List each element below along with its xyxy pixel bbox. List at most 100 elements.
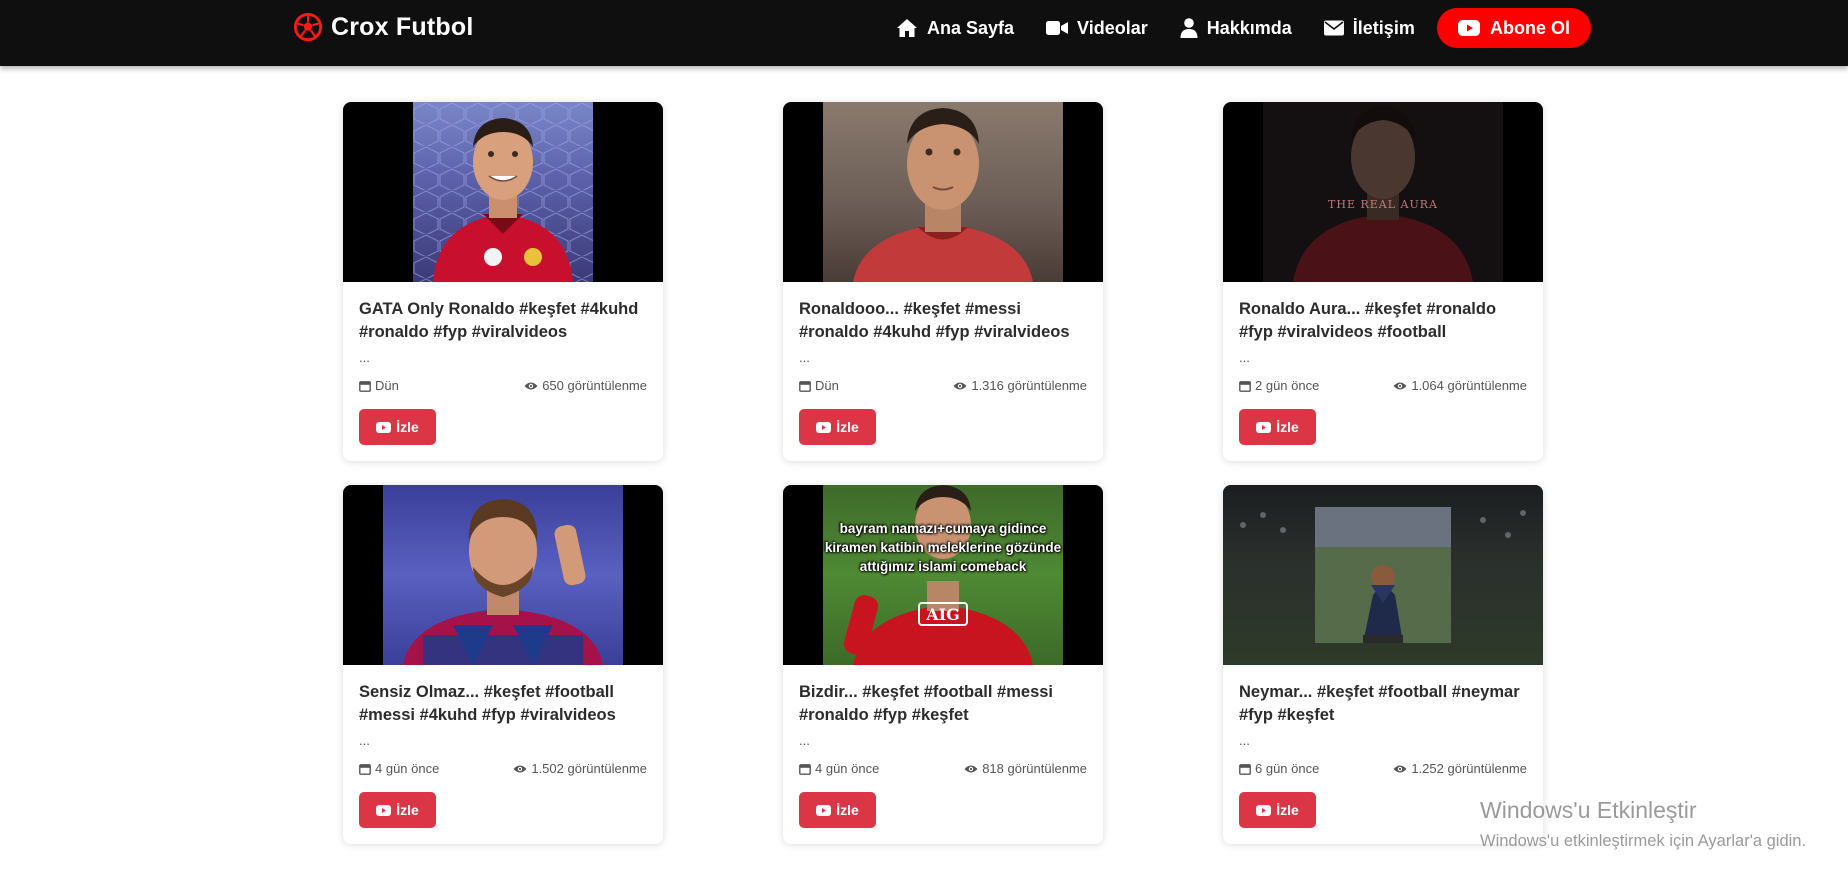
video-description: ... xyxy=(359,350,370,365)
video-camera-icon xyxy=(1046,21,1069,35)
watch-button[interactable]: İzle xyxy=(799,409,876,445)
watch-button[interactable]: İzle xyxy=(799,792,876,828)
watch-button[interactable]: İzle xyxy=(1239,409,1316,445)
brand-logo-link[interactable]: Crox Futbol xyxy=(293,10,473,44)
video-description: ... xyxy=(1239,733,1250,748)
video-views: 1.316 görüntülenme xyxy=(971,378,1087,393)
video-meta: Dün 1.316 görüntülenme xyxy=(799,378,1087,393)
video-date: 4 gün önce xyxy=(375,761,440,776)
views-meta: 1.064 görüntülenme xyxy=(1393,378,1527,393)
date-meta: 2 gün önce xyxy=(1239,378,1319,393)
video-meta: 4 gün önce 818 görüntülenme xyxy=(799,761,1087,776)
youtube-icon xyxy=(376,804,392,816)
soccer-ball-icon xyxy=(293,12,323,42)
nav-item-about[interactable]: Hakkımda xyxy=(1180,18,1292,39)
video-thumbnail[interactable]: THE REAL AURA xyxy=(1223,102,1543,282)
views-meta: 1.252 görüntülenme xyxy=(1393,761,1527,776)
calendar-icon xyxy=(799,763,811,775)
card-body: Neymar... #keşfet #football #neymar #fyp… xyxy=(1223,665,1543,844)
video-views: 1.502 görüntülenme xyxy=(531,761,647,776)
calendar-icon xyxy=(359,380,371,392)
nav-item-contact[interactable]: İletişim xyxy=(1323,17,1415,39)
nav-label-videos: Videolar xyxy=(1077,17,1148,38)
video-meta: 4 gün önce 1.502 görüntülenme xyxy=(359,761,647,776)
video-card[interactable]: Sensiz Olmaz... #keşfet #football #messi… xyxy=(343,485,663,844)
video-card[interactable]: THE REAL AURA Ronaldo Aura... #keşfet #r… xyxy=(1223,102,1543,461)
subscribe-button[interactable]: Abone Ol xyxy=(1437,8,1591,48)
video-title[interactable]: Sensiz Olmaz... #keşfet #football #messi… xyxy=(359,681,647,727)
video-card[interactable]: AIG bayram namazı+cumaya gidince kiramen… xyxy=(783,485,1103,844)
card-body: Bizdir... #keşfet #football #messi #rona… xyxy=(783,665,1103,844)
top-navbar: Crox Futbol Ana Sayfa Videolar Hakkımda xyxy=(0,0,1848,66)
home-icon xyxy=(897,19,917,37)
calendar-icon xyxy=(1239,763,1251,775)
video-title[interactable]: Neymar... #keşfet #football #neymar #fyp… xyxy=(1239,681,1527,727)
date-meta: Dün xyxy=(359,378,399,393)
youtube-icon xyxy=(816,421,832,433)
watch-label: İzle xyxy=(396,419,419,435)
youtube-icon xyxy=(1256,421,1272,433)
eye-icon xyxy=(953,382,967,389)
video-title[interactable]: Bizdir... #keşfet #football #messi #rona… xyxy=(799,681,1087,727)
date-meta: Dün xyxy=(799,378,839,393)
watch-button[interactable]: İzle xyxy=(359,792,436,828)
video-date: 4 gün önce xyxy=(815,761,880,776)
video-description: ... xyxy=(359,733,370,748)
youtube-icon xyxy=(1458,20,1480,36)
video-thumbnail[interactable] xyxy=(1223,485,1543,665)
video-card[interactable]: Ronaldooo... #keşfet #messi #ronaldo #4k… xyxy=(783,102,1103,461)
eye-icon xyxy=(964,765,978,772)
video-card[interactable]: Neymar... #keşfet #football #neymar #fyp… xyxy=(1223,485,1543,844)
watch-label: İzle xyxy=(396,802,419,818)
video-meta: Dün 650 görüntülenme xyxy=(359,378,647,393)
nav-label-about: Hakkımda xyxy=(1206,17,1292,38)
video-title[interactable]: GATA Only Ronaldo #keşfet #4kuhd #ronald… xyxy=(359,298,647,344)
nav-label-contact: İletişim xyxy=(1352,17,1415,38)
video-meta: 6 gün önce 1.252 görüntülenme xyxy=(1239,761,1527,776)
views-meta: 1.316 görüntülenme xyxy=(953,378,1087,393)
eye-icon xyxy=(1393,765,1407,772)
watch-button[interactable]: İzle xyxy=(1239,792,1316,828)
nav-label-home: Ana Sayfa xyxy=(927,17,1015,38)
thumbnail-caption: THE REAL AURA xyxy=(1328,198,1438,211)
video-description: ... xyxy=(799,350,810,365)
video-card[interactable]: GATA Only Ronaldo #keşfet #4kuhd #ronald… xyxy=(343,102,663,461)
nav-item-videos[interactable]: Videolar xyxy=(1046,18,1148,39)
youtube-icon xyxy=(1256,804,1272,816)
date-meta: 6 gün önce xyxy=(1239,761,1319,776)
youtube-icon xyxy=(376,421,392,433)
video-date: Dün xyxy=(375,378,399,393)
video-views: 1.064 görüntülenme xyxy=(1411,378,1527,393)
nav-item-home[interactable]: Ana Sayfa xyxy=(896,18,1014,39)
video-meta: 2 gün önce 1.064 görüntülenme xyxy=(1239,378,1527,393)
watch-label: İzle xyxy=(836,802,859,818)
card-body: Sensiz Olmaz... #keşfet #football #messi… xyxy=(343,665,663,844)
calendar-icon xyxy=(359,763,371,775)
video-date: 2 gün önce xyxy=(1255,378,1320,393)
video-title[interactable]: Ronaldo Aura... #keşfet #ronaldo #fyp #v… xyxy=(1239,298,1527,344)
svg-text:AIG: AIG xyxy=(925,605,960,624)
subscribe-label: Abone Ol xyxy=(1490,17,1570,38)
video-views: 1.252 görüntülenme xyxy=(1411,761,1527,776)
envelope-icon xyxy=(1323,20,1344,36)
thumbnail-caption: bayram namazı+cumaya gidince kiramen kat… xyxy=(824,521,1062,574)
video-title[interactable]: Ronaldooo... #keşfet #messi #ronaldo #4k… xyxy=(799,298,1087,344)
video-thumbnail[interactable] xyxy=(783,102,1103,282)
calendar-icon xyxy=(1239,380,1251,392)
eye-icon xyxy=(524,382,538,389)
video-thumbnail[interactable]: AIG bayram namazı+cumaya gidince kiramen… xyxy=(783,485,1103,665)
card-body: Ronaldooo... #keşfet #messi #ronaldo #4k… xyxy=(783,282,1103,461)
video-views: 650 görüntülenme xyxy=(542,378,647,393)
user-icon xyxy=(1180,18,1198,38)
video-views: 818 görüntülenme xyxy=(982,761,1087,776)
calendar-icon xyxy=(799,380,811,392)
video-date: 6 gün önce xyxy=(1255,761,1320,776)
views-meta: 650 görüntülenme xyxy=(524,378,647,393)
watch-label: İzle xyxy=(1276,802,1299,818)
video-description: ... xyxy=(1239,350,1250,365)
main-nav: Ana Sayfa Videolar Hakkımda İletişim xyxy=(896,14,1447,42)
video-thumbnail[interactable] xyxy=(343,485,663,665)
video-thumbnail[interactable] xyxy=(343,102,663,282)
date-meta: 4 gün önce xyxy=(799,761,879,776)
watch-button[interactable]: İzle xyxy=(359,409,436,445)
